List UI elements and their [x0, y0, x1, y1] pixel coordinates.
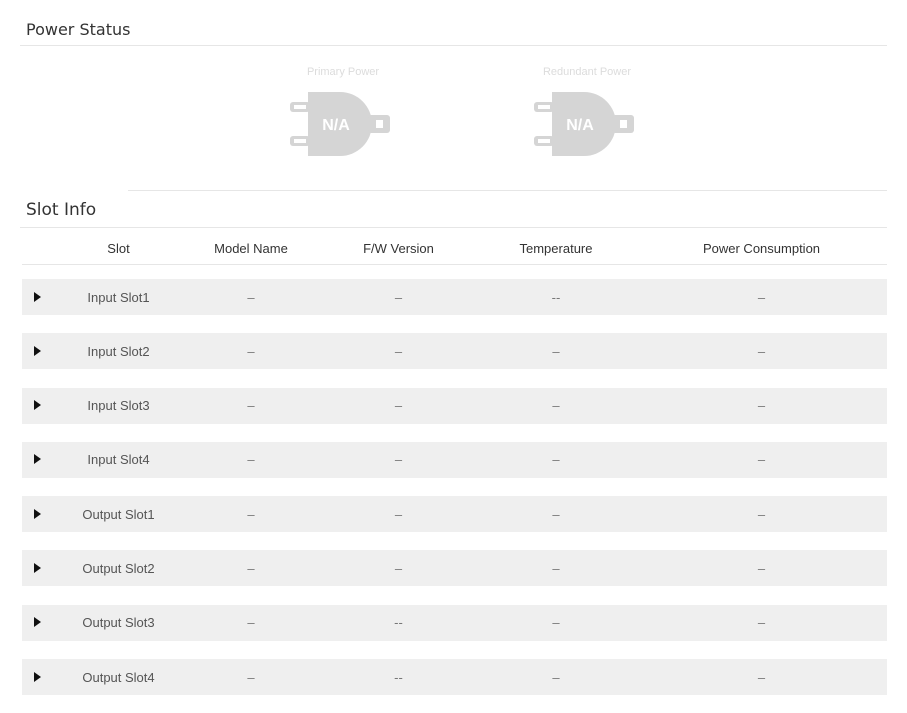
temperature-value: – — [552, 506, 560, 522]
temperature-value: – — [552, 452, 560, 468]
expand-triangle-icon[interactable] — [34, 617, 41, 628]
table-header: Slot Model Name F/W Version Temperature … — [22, 232, 887, 265]
header-model-name: Model Name — [214, 240, 288, 256]
header-temperature: Temperature — [519, 240, 593, 256]
slot-info-title: Slot Info — [26, 200, 97, 220]
header-slot: Slot — [107, 240, 130, 256]
model-name-value: – — [247, 615, 255, 631]
power-consumption-value: – — [757, 343, 766, 359]
power-consumption-value: – — [757, 506, 766, 522]
table-row[interactable]: Output Slot3 – -- – – — [22, 604, 887, 641]
slot-name: Output Slot4 — [82, 669, 155, 685]
redundant-power-status-label: N/A — [566, 117, 594, 134]
power-consumption-value: – — [757, 289, 766, 305]
fw-version-value: – — [394, 560, 403, 576]
fw-version-value: – — [394, 398, 403, 414]
fw-version-value: – — [394, 452, 403, 468]
table-row[interactable]: Input Slot1 – – -- – — [22, 279, 887, 315]
slot-name: Input Slot1 — [87, 289, 150, 305]
primary-power-status-label: N/A — [322, 117, 350, 134]
power-plug-icon: N/A — [290, 92, 390, 156]
model-name-value: – — [247, 452, 255, 468]
model-name-value: – — [247, 669, 255, 685]
fw-version-value: – — [394, 343, 403, 359]
table-row[interactable]: Input Slot3 – – – – — [22, 387, 887, 424]
table-row[interactable]: Input Slot2 – – – – — [22, 333, 887, 370]
model-name-value: – — [247, 560, 255, 576]
table-row[interactable]: Output Slot4 – -- – – — [22, 659, 887, 696]
temperature-value: – — [552, 669, 560, 685]
power-consumption-value: – — [757, 398, 766, 414]
table-row[interactable]: Input Slot4 – – – – — [22, 441, 887, 478]
slot-name: Output Slot3 — [82, 615, 155, 631]
expand-triangle-icon[interactable] — [34, 562, 41, 573]
slot-name: Input Slot3 — [87, 398, 150, 414]
temperature-value: -- — [551, 289, 561, 305]
temperature-value: – — [552, 398, 560, 414]
slot-name: Input Slot2 — [87, 343, 150, 359]
slot-name: Input Slot4 — [87, 452, 150, 468]
expand-triangle-icon[interactable] — [34, 454, 41, 465]
model-name-value: – — [247, 398, 255, 414]
fw-version-value: – — [394, 506, 403, 522]
fw-version-value: -- — [394, 615, 403, 631]
power-consumption-value: – — [757, 615, 766, 631]
temperature-value: – — [552, 615, 560, 631]
header-power-consumption: Power Consumption — [702, 240, 821, 256]
primary-power-status: Primary Power N/A — [268, 64, 418, 158]
expand-triangle-icon[interactable] — [34, 345, 41, 356]
slot-info-table: Slot Model Name F/W Version Temperature … — [22, 232, 887, 713]
model-name-value: – — [247, 343, 255, 359]
temperature-value: – — [552, 343, 560, 359]
expand-triangle-icon[interactable] — [34, 508, 41, 519]
power-status-divider — [20, 45, 887, 46]
expand-triangle-icon[interactable] — [34, 291, 41, 302]
slot-name: Output Slot1 — [82, 506, 155, 522]
slot-info-top-divider — [128, 190, 887, 191]
power-consumption-value: – — [757, 669, 766, 685]
fw-version-value: -- — [394, 669, 403, 685]
power-consumption-value: – — [757, 452, 766, 468]
table-row[interactable]: Output Slot1 – – – – — [22, 496, 887, 533]
header-fw-version: F/W Version — [363, 240, 434, 256]
table-row[interactable]: Output Slot2 – – – – — [22, 550, 887, 587]
expand-triangle-icon[interactable] — [34, 400, 41, 411]
redundant-power-status: Redundant Power N/A — [512, 64, 662, 158]
temperature-value: – — [552, 560, 560, 576]
power-consumption-value: – — [757, 560, 766, 576]
model-name-value: – — [247, 506, 255, 522]
slot-info-divider — [20, 227, 887, 228]
slot-name: Output Slot2 — [82, 560, 155, 576]
power-status-title: Power Status — [26, 20, 131, 39]
redundant-power-caption: Redundant Power — [542, 66, 632, 78]
power-plug-icon: N/A — [534, 92, 634, 156]
fw-version-value: – — [394, 289, 403, 305]
expand-triangle-icon[interactable] — [34, 671, 41, 682]
table-body: Input Slot1 – – -- – Input Slot2 – – – –… — [22, 279, 887, 696]
model-name-value: – — [247, 289, 255, 305]
primary-power-caption: Primary Power — [306, 66, 380, 78]
